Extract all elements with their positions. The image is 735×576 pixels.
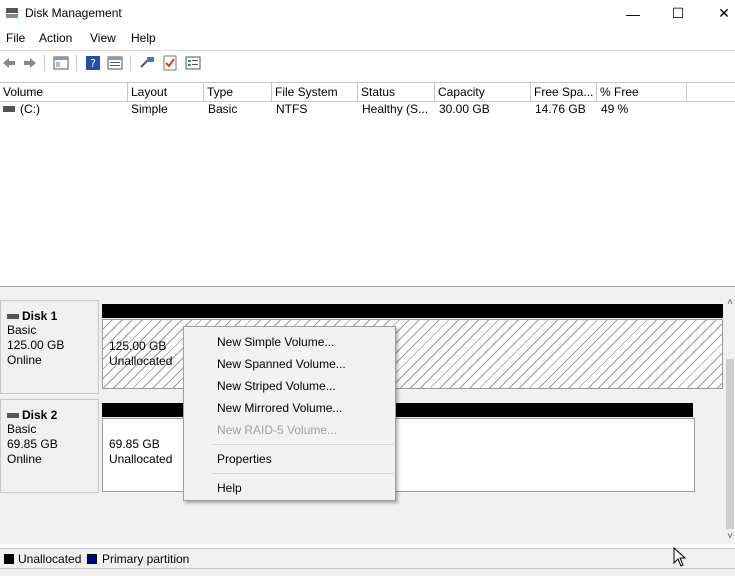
menu-item-new-raid5-volume: New RAID-5 Volume... xyxy=(217,423,338,437)
legend-primary-partition: Primary partition xyxy=(102,552,190,566)
help-icon[interactable]: ? xyxy=(85,55,101,71)
menu-item-new-mirrored-volume[interactable]: New Mirrored Volume... xyxy=(217,401,342,415)
check-icon[interactable] xyxy=(162,55,178,71)
toolbar: ? xyxy=(0,51,735,76)
connect-icon[interactable] xyxy=(139,55,155,71)
minimize-button[interactable]: — xyxy=(610,0,656,27)
disk-size: 125.00 GB xyxy=(7,338,65,352)
properties-icon[interactable] xyxy=(107,55,123,71)
window-title: Disk Management xyxy=(25,6,122,20)
column-status[interactable]: Status xyxy=(358,83,435,101)
volume-type: Basic xyxy=(208,102,238,116)
disk-type: Basic xyxy=(7,422,37,436)
menu-bar: File Action View Help xyxy=(0,28,735,49)
volume-list-header: Volume Layout Type File System Status Ca… xyxy=(0,82,735,102)
partition-size: 125.00 GB xyxy=(109,339,167,353)
volume-percent-free: 49 % xyxy=(601,102,629,116)
menu-separator xyxy=(212,444,394,445)
primary-partition-swatch xyxy=(87,554,97,564)
volume-capacity: 30.00 GB xyxy=(439,102,490,116)
menu-help[interactable]: Help xyxy=(131,31,156,45)
menu-separator xyxy=(212,473,394,474)
back-icon[interactable] xyxy=(1,55,17,71)
column-percent-free[interactable]: % Free xyxy=(597,83,687,101)
disk-size: 69.85 GB xyxy=(7,437,58,451)
menu-item-new-striped-volume[interactable]: New Striped Volume... xyxy=(217,379,336,393)
unallocated-bar xyxy=(102,304,723,318)
toolbar-divider xyxy=(130,55,131,71)
disk-state: Online xyxy=(7,353,42,367)
scroll-thumb[interactable] xyxy=(726,359,734,529)
disk-name: Disk 2 xyxy=(22,408,58,422)
partition-size: 69.85 GB xyxy=(109,437,160,451)
menu-item-help[interactable]: Help xyxy=(217,481,242,495)
svg-text:?: ? xyxy=(90,57,96,70)
volume-free-space: 14.76 GB xyxy=(535,102,586,116)
menu-view[interactable]: View xyxy=(90,31,116,45)
title-bar: Disk Management — ☐ ✕ xyxy=(0,0,735,27)
mouse-cursor-icon xyxy=(673,547,687,567)
toolbar-divider xyxy=(76,55,77,71)
menu-action[interactable]: Action xyxy=(39,31,72,45)
context-menu: New Simple Volume... New Spanned Volume.… xyxy=(183,326,396,501)
menu-item-new-spanned-volume[interactable]: New Spanned Volume... xyxy=(217,357,346,371)
console-tree-icon[interactable] xyxy=(53,55,69,71)
volume-status: Healthy (S... xyxy=(362,102,429,116)
legend-unallocated: Unallocated xyxy=(18,552,82,566)
disk-name: Disk 1 xyxy=(22,309,58,323)
list-icon[interactable] xyxy=(185,55,201,71)
partition-label: Unallocated xyxy=(109,354,173,368)
disk-state: Online xyxy=(7,452,42,466)
scroll-down-icon[interactable]: ˅ xyxy=(725,531,735,542)
column-file-system[interactable]: File System xyxy=(272,83,358,101)
menu-item-new-simple-volume[interactable]: New Simple Volume... xyxy=(217,335,334,349)
column-free-space[interactable]: Free Spa... xyxy=(531,83,597,101)
drive-icon xyxy=(3,106,15,112)
disk-icon xyxy=(7,412,19,418)
volume-layout: Simple xyxy=(131,102,168,116)
volume-file-system: NTFS xyxy=(276,102,308,116)
menu-item-properties[interactable]: Properties xyxy=(217,452,272,466)
disk-icon xyxy=(7,313,19,319)
column-layout[interactable]: Layout xyxy=(128,83,204,101)
maximize-button[interactable]: ☐ xyxy=(655,0,701,27)
forward-icon[interactable] xyxy=(22,55,38,71)
close-button[interactable]: ✕ xyxy=(701,0,735,27)
toolbar-divider xyxy=(44,55,45,71)
disk-management-icon xyxy=(6,8,18,18)
disk-2-label[interactable]: Disk 2 Basic 69.85 GB Online xyxy=(0,399,99,493)
unallocated-swatch xyxy=(4,554,14,564)
vertical-scrollbar[interactable]: ˄ ˅ xyxy=(725,297,735,544)
volume-name: (C:) xyxy=(20,102,40,116)
disk-1-label[interactable]: Disk 1 Basic 125.00 GB Online xyxy=(0,300,99,394)
legend-bar: Unallocated Primary partition xyxy=(0,548,735,569)
menu-file[interactable]: File xyxy=(6,31,25,45)
column-type[interactable]: Type xyxy=(204,83,272,101)
column-capacity[interactable]: Capacity xyxy=(435,83,531,101)
column-volume[interactable]: Volume xyxy=(0,83,128,101)
disk-type: Basic xyxy=(7,323,37,337)
partition-label: Unallocated xyxy=(109,452,173,466)
scroll-up-icon[interactable]: ˄ xyxy=(725,297,735,308)
